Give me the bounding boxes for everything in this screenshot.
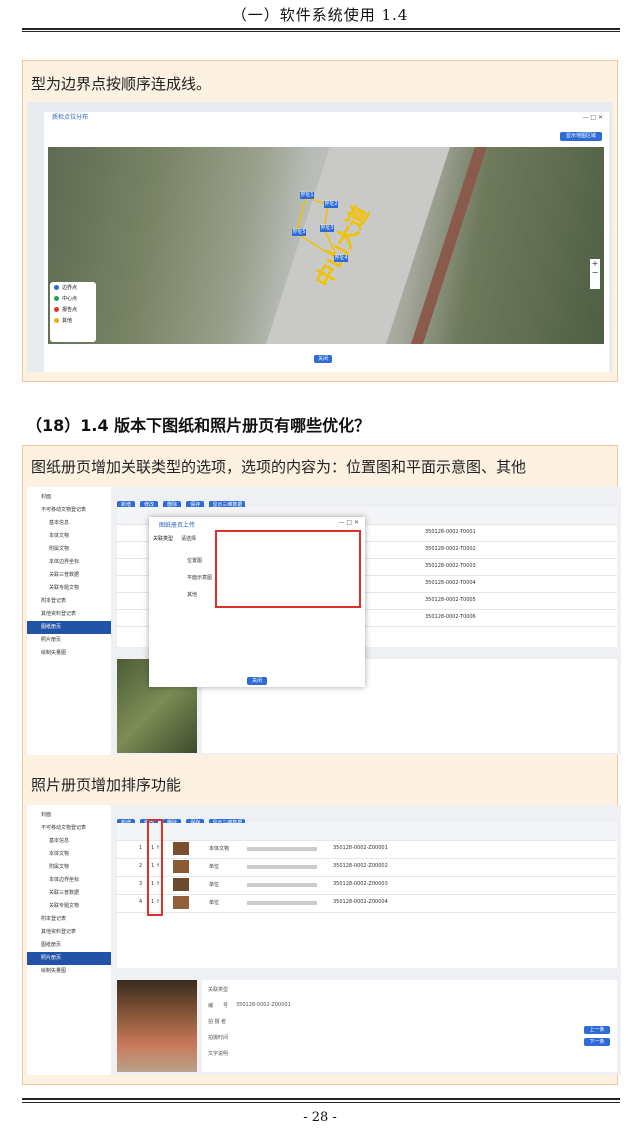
- sidebar-item[interactable]: 关联三普数据: [27, 887, 111, 900]
- sidebar: 封面 不可移动文物登记表 基本信息 本体文物 附属文物 本体边界坐标 关联三普数…: [27, 805, 111, 1075]
- legend-swatch: [54, 307, 59, 312]
- map-close-button[interactable]: 关闭: [314, 355, 332, 363]
- table-row[interactable]: 4 1 ↑ 单位 350128-0002-Z00004: [117, 894, 617, 913]
- sidebar-item[interactable]: 本体文物: [27, 848, 111, 861]
- sidebar-item[interactable]: 基本信息: [27, 835, 111, 848]
- sidebar-item[interactable]: 基本信息: [27, 517, 111, 530]
- close-icon[interactable]: — □ ✕: [338, 519, 359, 526]
- footer-rule: [22, 1098, 620, 1100]
- legend-swatch: [54, 285, 59, 290]
- legend-item: 边界点: [50, 282, 96, 293]
- map-dialog-title: 质检点位分布: [52, 114, 89, 121]
- table-header: [117, 823, 617, 841]
- photo-thumb: [173, 860, 189, 873]
- sidebar-item[interactable]: 照片册页: [27, 634, 111, 647]
- sidebar-item-active[interactable]: 图纸册页: [27, 621, 111, 634]
- boundary-polygon: [295, 196, 340, 261]
- sidebar-item[interactable]: 附属文物: [27, 861, 111, 874]
- page-header: （一）软件系统使用 1.4: [231, 6, 409, 24]
- select-placeholder: 请选择: [181, 536, 197, 542]
- sidebar-item-active[interactable]: 照片册页: [27, 952, 111, 965]
- map-pin[interactable]: 界址5: [292, 229, 306, 236]
- sidebar-item[interactable]: 附本登记表: [27, 595, 111, 608]
- blurred-name: [247, 901, 317, 905]
- sidebar-item[interactable]: 本体边界坐标: [27, 556, 111, 569]
- close-icon[interactable]: — □ ✕: [582, 112, 603, 124]
- sidebar-item[interactable]: 附本登记表: [27, 913, 111, 926]
- sidebar-item[interactable]: 关联专题文物: [27, 900, 111, 913]
- page-number: - 28 -: [303, 1110, 337, 1125]
- next-button[interactable]: 下一条: [584, 1038, 610, 1046]
- photos-screenshot: 封面 不可移动文物登记表 基本信息 本体文物 附属文物 本体边界坐标 关联三普数…: [27, 805, 621, 1075]
- map-dialog-titlebar: 质检点位分布 — □ ✕: [44, 112, 609, 124]
- sidebar-item[interactable]: 绘制矢量图: [27, 965, 111, 978]
- photo-thumb: [173, 842, 189, 855]
- legend-item: 报告点: [50, 304, 96, 315]
- dialog-close-button[interactable]: 关闭: [247, 677, 267, 685]
- footer-rule-thin: [22, 1102, 620, 1103]
- section-heading: （18）1.4 版本下图纸和照片册页有哪些优化？: [26, 416, 371, 435]
- legend-item: 其他: [50, 315, 96, 326]
- legend-swatch: [54, 296, 59, 301]
- link-type-label: 关联类型: [153, 536, 174, 542]
- blurred-name: [247, 847, 317, 851]
- map-pin[interactable]: 界址4: [334, 255, 348, 262]
- detail-label: 拍摄时间: [208, 1035, 229, 1041]
- table-row[interactable]: 2 1 ↑ 单位 350128-0002-Z00002: [117, 858, 617, 877]
- sidebar-item[interactable]: 绘制矢量图: [27, 647, 111, 660]
- sidebar-item[interactable]: 图纸册页: [27, 939, 111, 952]
- sidebar-item[interactable]: 关联三普数据: [27, 569, 111, 582]
- detail-label: 文字说明: [208, 1051, 229, 1057]
- detail-label: 关联类型: [208, 987, 229, 993]
- detail-form: 关联类型 编 号 350128-0002-Z00001 拍 摄 者 拍摄时间 文…: [202, 980, 617, 1072]
- upload-dialog: 图纸册页上传 — □ ✕ 关联类型 请选择 位置图 平面示意图 其他 关闭: [149, 517, 365, 687]
- sidebar-item[interactable]: 附属文物: [27, 543, 111, 556]
- header-rule-thin: [22, 31, 620, 32]
- select-option[interactable]: 位置图: [187, 557, 202, 564]
- satellite-map[interactable]: 中山大道 界址1 界址2 界址3 界址4 界址5 + −: [48, 147, 604, 344]
- table-row[interactable]: 3 1 ↑ 单位 350128-0002-Z00003: [117, 876, 617, 895]
- photo-thumb: [173, 896, 189, 909]
- photos-table: 1 1 ↑ 本体文物 350128-0002-Z00001 2 1 ↑ 单位 3…: [117, 819, 617, 968]
- sidebar-item[interactable]: 其他资料登记表: [27, 926, 111, 939]
- sidebar-item[interactable]: 其他资料登记表: [27, 608, 111, 621]
- sidebar-item[interactable]: 不可移动文物登记表: [27, 504, 111, 517]
- panel1-text: 型为边界点按顺序连成线。: [31, 75, 212, 93]
- link-type-select[interactable]: 请选择 位置图 平面示意图 其他: [181, 530, 361, 608]
- panel2-text: 图纸册页增加关联类型的选项，选项的内容为：位置图和平面示意图、其他: [31, 458, 527, 476]
- sidebar-item[interactable]: 关联专题文物: [27, 582, 111, 595]
- legend-item: 中心点: [50, 293, 96, 304]
- map-pin[interactable]: 界址2: [324, 201, 338, 208]
- detail-label: 拍 摄 者: [208, 1019, 227, 1025]
- sidebar-item[interactable]: 不可移动文物登记表: [27, 822, 111, 835]
- sort-column-highlight: [147, 819, 163, 916]
- map-pin[interactable]: 界址1: [300, 192, 314, 199]
- drawings-screenshot: 封面 不可移动文物登记表 基本信息 本体文物 附属文物 本体边界坐标 关联三普数…: [27, 487, 621, 755]
- table-row[interactable]: 1 1 ↑ 本体文物 350128-0002-Z00001: [117, 840, 617, 859]
- select-option[interactable]: 其他: [187, 591, 197, 598]
- photo-thumb: [173, 878, 189, 891]
- sidebar: 封面 不可移动文物登记表 基本信息 本体文物 附属文物 本体边界坐标 关联三普数…: [27, 487, 111, 755]
- sidebar-item[interactable]: 封面: [27, 491, 111, 504]
- sidebar-item[interactable]: 本体文物: [27, 530, 111, 543]
- prev-button[interactable]: 上一条: [584, 1026, 610, 1034]
- detail-value: 350128-0002-Z00001: [236, 1002, 291, 1008]
- map-pin[interactable]: 界址3: [320, 225, 334, 232]
- upload-dialog-title: 图纸册页上传: [159, 522, 196, 529]
- map-legend: 边界点 中心点 报告点 其他: [50, 282, 96, 342]
- header-rule: [22, 28, 620, 30]
- blurred-name: [247, 865, 317, 869]
- legend-swatch: [54, 318, 59, 323]
- zoom-controls[interactable]: + −: [590, 259, 600, 289]
- blurred-name: [247, 883, 317, 887]
- detail-photo: [117, 980, 197, 1072]
- draw-area-button[interactable]: 显示地图区域: [560, 132, 602, 141]
- sidebar-item[interactable]: 本体边界坐标: [27, 874, 111, 887]
- select-option[interactable]: 平面示意图: [187, 574, 212, 581]
- detail-label: 编 号: [208, 1003, 229, 1009]
- sidebar-item[interactable]: 封面: [27, 809, 111, 822]
- panel2b-text: 照片册页增加排序功能: [31, 776, 182, 794]
